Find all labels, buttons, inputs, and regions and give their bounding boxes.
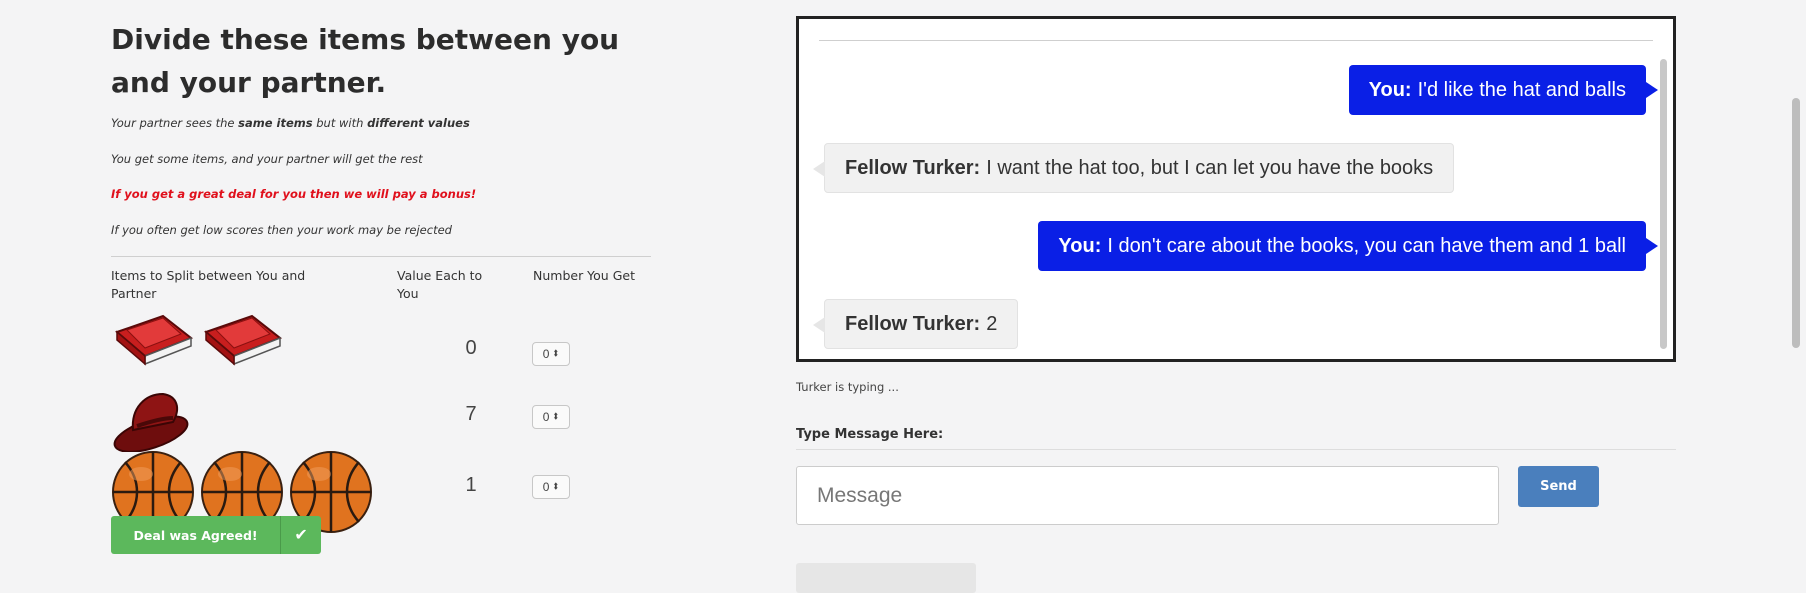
header-items: Items to Split between You and Partner	[111, 268, 306, 301]
chat-message-partner: Fellow Turker: I want the hat too, but I…	[813, 143, 1455, 193]
typing-indicator: Turker is typing ...	[796, 380, 899, 394]
message-input[interactable]	[796, 466, 1499, 525]
bonus-note: If you get a great deal for you then we …	[111, 187, 477, 201]
page-title: Divide these items between you and your …	[111, 23, 620, 99]
book-icon	[200, 304, 285, 371]
chat-message-you: You: I don't care about the books, you c…	[1038, 221, 1658, 271]
ball-value: 1	[465, 474, 477, 496]
deal-label: Deal was Agreed!	[133, 527, 258, 543]
book-value: 0	[465, 337, 477, 359]
updown-icon: ⬍	[552, 348, 560, 359]
header-value: Value Each to You	[397, 268, 483, 301]
rejection-note: If you often get low scores then your wo…	[111, 223, 452, 237]
header-number: Number You Get	[533, 268, 635, 283]
book-count-select[interactable]: 0 ⬍	[532, 342, 570, 366]
instructions-panel: Divide these items between you and your …	[111, 18, 651, 554]
chat-message-partner: Fellow Turker: 2	[813, 299, 1019, 349]
chat-divider	[819, 40, 1653, 41]
chat-message-you: You: I'd like the hat and balls	[1348, 65, 1658, 115]
check-icon: ✔	[280, 516, 321, 554]
partner-note: Your partner sees the same items but wit…	[111, 116, 470, 130]
send-button[interactable]: Send	[1518, 466, 1599, 507]
updown-icon: ⬍	[552, 411, 560, 422]
message-input-label: Type Message Here:	[796, 427, 944, 442]
chat-scrollbar[interactable]	[1660, 59, 1667, 349]
updown-icon: ⬍	[552, 481, 560, 492]
hat-icon	[111, 386, 197, 457]
input-divider	[796, 449, 1676, 450]
book-icon	[111, 304, 196, 371]
hat-count-select[interactable]: 0 ⬍	[532, 405, 570, 429]
hat-value: 7	[465, 403, 477, 425]
deal-agreed-button[interactable]: Deal was Agreed! ✔	[111, 516, 321, 554]
ball-count-select[interactable]: 0 ⬍	[532, 475, 570, 499]
chat-window[interactable]: You: I'd like the hat and balls Fellow T…	[796, 16, 1676, 362]
divider	[111, 256, 651, 257]
page-scrollbar[interactable]	[1792, 98, 1800, 348]
hidden-action-button[interactable]	[796, 563, 976, 593]
split-note: You get some items, and your partner wil…	[111, 152, 423, 166]
